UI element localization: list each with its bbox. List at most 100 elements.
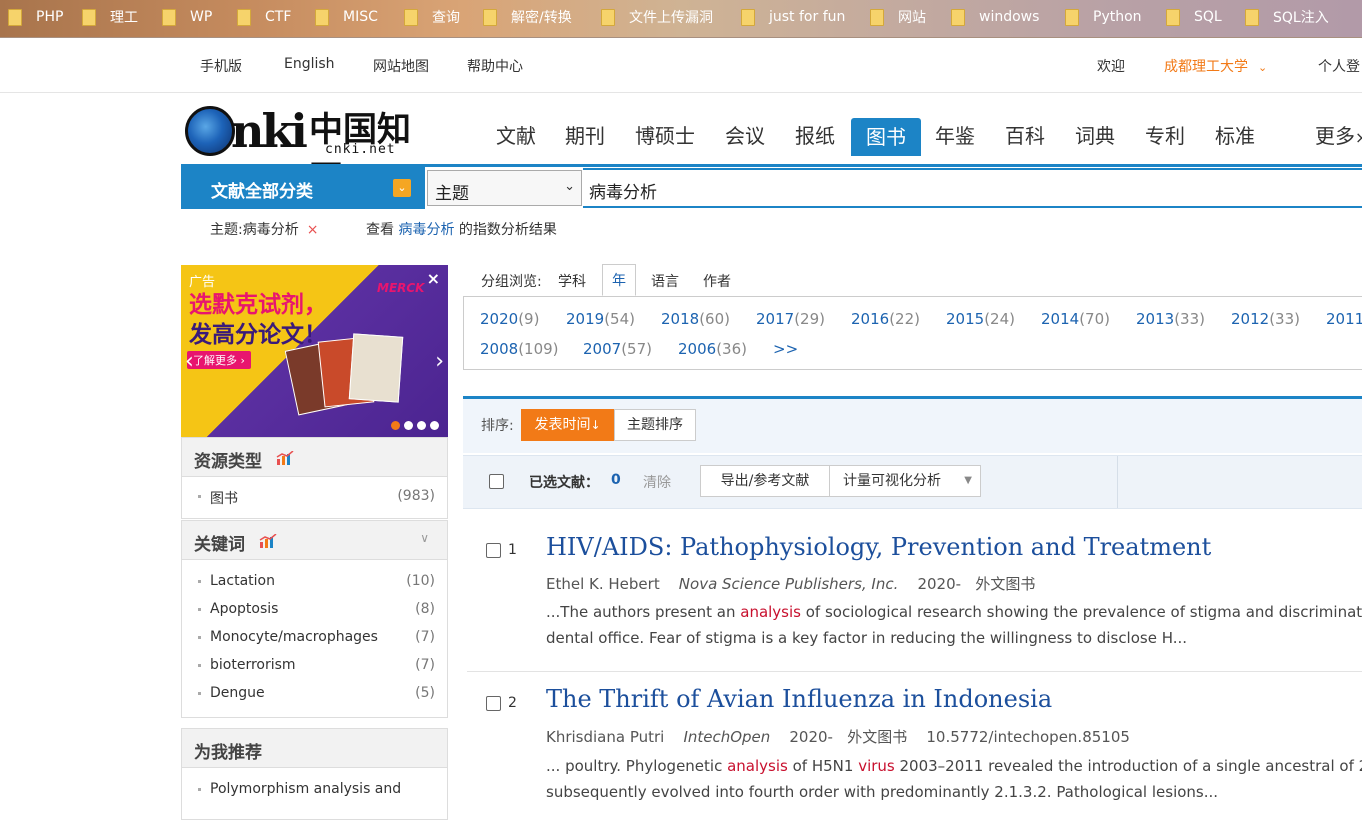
carousel-dot[interactable] [391,421,400,430]
bookmark-chaxun[interactable]: 查询 [404,7,460,27]
institution-dropdown[interactable]: 成都理工大学 ⌄ [1164,56,1267,76]
recommend-panel: 为我推荐 Polymorphism analysis and [181,728,448,820]
carousel-dot[interactable] [404,421,413,430]
year-link[interactable]: 2015(24) [946,310,1015,328]
tab-year[interactable]: 年 [602,264,636,296]
result-meta: Ethel K. Hebert Nova Science Publishers,… [546,573,1035,594]
bookmark-python[interactable]: Python [1065,7,1142,27]
selected-label: 已选文献： [529,475,599,491]
nav-boshuoshi[interactable]: 博硕士 [635,120,695,149]
tab-author[interactable]: 作者 [703,271,731,291]
nav-wenxian[interactable]: 文献 [496,120,536,149]
result-author[interactable]: Ethel K. Hebert [546,575,660,593]
bookmark-sqli[interactable]: SQL注入 [1245,7,1329,27]
result-checkbox[interactable] [486,696,501,711]
year-link[interactable]: 2016(22) [851,310,920,328]
nav-nianjian[interactable]: 年鉴 [935,120,975,149]
nav-qikan[interactable]: 期刊 [565,120,605,149]
more-years-button[interactable]: >> [773,340,798,358]
year-link[interactable]: 2018(60) [661,310,730,328]
bookmark-php[interactable]: PHP [8,7,63,27]
bookmark-sql[interactable]: SQL [1166,7,1222,27]
result-checkbox[interactable] [486,543,501,558]
bookmark-web[interactable]: 网站 [870,7,926,27]
nav-cidian[interactable]: 词典 [1075,120,1115,149]
result-title[interactable]: The Thrift of Avian Influenza in Indones… [546,685,1052,713]
result-abstract: ... poultry. Phylogenetic analysis of H5… [546,757,1362,801]
mobile-link[interactable]: 手机版 [200,56,242,76]
visualize-dropdown[interactable]: 计量可视化分析 ▼ [829,465,981,497]
list-item[interactable]: Apoptosis (8) [182,596,447,624]
export-button[interactable]: 导出/参考文献 [700,465,830,497]
result-publisher[interactable]: IntechOpen [683,728,770,746]
english-link[interactable]: English [284,56,335,72]
list-item[interactable]: Monocyte/macrophages (7) [182,624,447,652]
close-icon[interactable]: × [427,269,440,288]
result-doi[interactable]: 10.5772/intechopen.85105 [926,728,1130,746]
personal-login-link[interactable]: 个人登 [1318,56,1360,76]
index-analysis-link[interactable]: 病毒分析 [398,222,454,238]
bookmark-decrypt[interactable]: 解密/转换 [483,7,572,27]
clear-button[interactable]: 清除 [643,472,671,492]
year-link[interactable]: 2017(29) [756,310,825,328]
search-input[interactable]: 病毒分析 [583,168,1362,208]
sort-by-topic-button[interactable]: 主题排序 [614,409,696,441]
year-link[interactable]: 2012(33) [1231,310,1300,328]
nav-baozhi[interactable]: 报纸 [795,120,835,149]
sort-by-time-button[interactable]: 发表时间↓ [521,409,614,441]
chevron-right-icon[interactable]: › [435,349,444,374]
carousel-dot[interactable] [430,421,439,430]
sort-label: 排序: [481,418,514,434]
result-publisher[interactable]: Nova Science Publishers, Inc. [679,575,899,593]
help-link[interactable]: 帮助中心 [467,56,523,76]
year-link[interactable]: 2007(57) [583,340,652,358]
list-item[interactable]: Polymorphism analysis and [182,776,447,804]
chevron-down-icon: ⌄ [1258,61,1268,74]
folder-icon [315,8,329,26]
ad-banner[interactable]: 广告 × 选默克试剂， 发高分论文！ MERCK 了解更多 › ‹ › [181,265,448,437]
year-link[interactable]: 2019(54) [566,310,635,328]
bookmark-fun[interactable]: just for fun [741,7,845,27]
bookmark-misc[interactable]: MISC [315,7,378,27]
year-link[interactable]: 2013(33) [1136,310,1205,328]
nav-more[interactable]: 更多× [1315,120,1362,149]
list-item[interactable]: 图书 (983) [182,483,447,511]
year-link[interactable]: 2014(70) [1041,310,1110,328]
chart-icon[interactable] [259,534,277,548]
bookmark-wp[interactable]: WP [162,7,212,27]
year-link[interactable]: 2020(9) [480,310,539,328]
result-author[interactable]: Khrisdiana Putri [546,728,664,746]
category-selector[interactable]: 文献全部分类 ⌄ [181,167,425,209]
result-title[interactable]: HIV/AIDS: Pathophysiology, Prevention an… [546,533,1211,561]
list-item[interactable]: Lactation (10) [182,568,447,596]
list-item[interactable]: Dengue (5) [182,680,447,708]
keyword-header[interactable]: 关键词 ∨ [182,521,447,560]
folder-icon [82,8,96,26]
chevron-left-icon[interactable]: ‹ [185,349,194,374]
nav-zhuanli[interactable]: 专利 [1145,120,1185,149]
chart-icon[interactable] [276,451,294,465]
resource-type-header[interactable]: 资源类型 [182,438,447,477]
nav-baike[interactable]: 百科 [1005,120,1045,149]
year-link[interactable]: 2006(36) [678,340,747,358]
list-item[interactable]: bioterrorism (7) [182,652,447,680]
bookmark-ligong[interactable]: 理工 [82,7,138,27]
sitemap-link[interactable]: 网站地图 [373,56,429,76]
bookmark-ctf[interactable]: CTF [237,7,291,27]
year-link[interactable]: 2011 [1326,310,1362,328]
field-select[interactable]: 主题 ⌄ [427,170,582,206]
nav-huiyi[interactable]: 会议 [725,120,765,149]
cnki-logo[interactable]: nki 中国知网 cnki.net [183,100,438,199]
nav-tushu[interactable]: 图书 [851,118,921,156]
tab-language[interactable]: 语言 [651,271,679,291]
select-all-checkbox[interactable] [489,474,504,489]
ad-more-button[interactable]: 了解更多 › [187,351,251,369]
chevron-down-icon[interactable]: ∨ [420,531,429,545]
nav-biaozhun[interactable]: 标准 [1215,120,1255,149]
carousel-dot[interactable] [417,421,426,430]
year-link[interactable]: 2008(109) [480,340,559,358]
bookmark-windows[interactable]: windows [951,7,1039,27]
bookmark-upload[interactable]: 文件上传漏洞 [601,7,713,27]
remove-filter-icon[interactable]: × [307,222,319,238]
tab-subject[interactable]: 学科 [558,271,586,291]
